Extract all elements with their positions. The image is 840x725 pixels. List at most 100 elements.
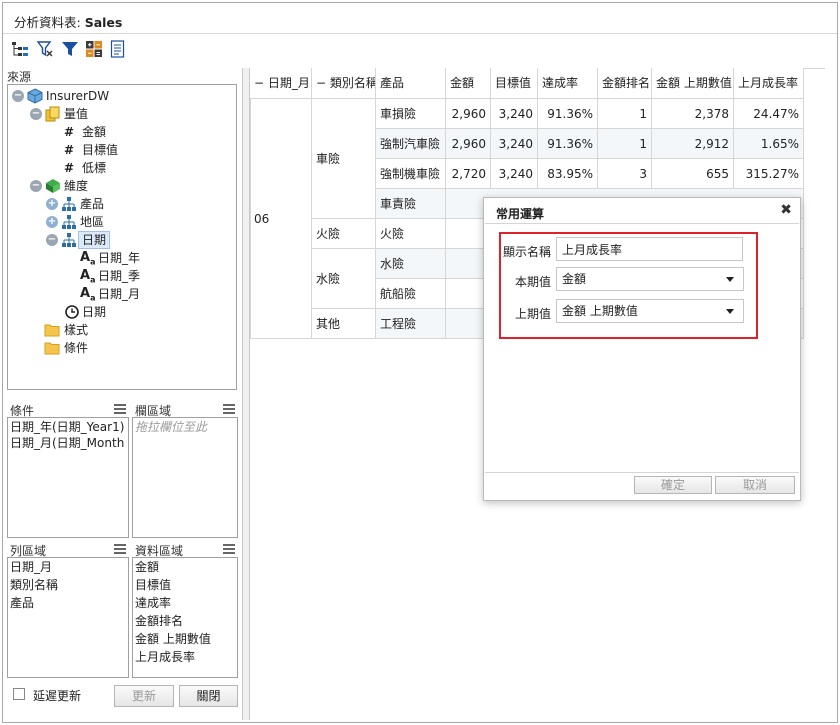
tree-label: 地區 — [80, 215, 105, 229]
cancel-button[interactable]: 取消 — [715, 476, 795, 494]
data-cell[interactable]: 83.95% — [538, 159, 598, 189]
data-cell[interactable]: 2,960 — [446, 99, 491, 129]
tree-node-product[interactable]: + 產品 — [46, 195, 226, 213]
data-cell[interactable]: 2,912 — [652, 129, 734, 159]
row-header-category[interactable]: 火險 — [312, 219, 376, 249]
display-name-label: 顯示名稱 — [502, 245, 551, 259]
data-zone[interactable]: 金額 目標值 達成率 金額排名 金額 上期數值 上月成長率 — [132, 557, 238, 678]
filter-clear-icon[interactable] — [36, 40, 54, 58]
zone-item[interactable]: 金額 上期數值 — [135, 630, 211, 648]
filter-zone[interactable]: 日期_年(日期_Year1) 日期_月(日期_Month — [7, 417, 129, 538]
current-value-select[interactable]: 金額 — [556, 267, 744, 291]
collapse-icon[interactable]: − — [30, 180, 42, 192]
zone-item[interactable]: 目標值 — [135, 576, 171, 594]
header-target[interactable]: 目標值 — [491, 68, 538, 99]
zone-item[interactable]: 類別名稱 — [10, 576, 58, 594]
report-icon[interactable] — [109, 40, 127, 58]
tree-node-measures[interactable]: − 量值 — [30, 105, 230, 123]
zone-item[interactable]: 金額 — [135, 558, 159, 576]
data-cell[interactable]: 315.27% — [734, 159, 804, 189]
data-cell[interactable]: 91.36% — [538, 99, 598, 129]
hierarchy-icon — [62, 233, 76, 247]
data-cell[interactable]: 2,720 — [446, 159, 491, 189]
tree-node-date[interactable]: − 日期 — [46, 231, 226, 249]
row-header-product[interactable]: 強制機車險 — [376, 159, 446, 189]
collapse-icon[interactable]: − — [12, 90, 24, 102]
header-rate[interactable]: 達成率 — [538, 68, 598, 99]
expand-icon[interactable]: + — [46, 198, 58, 210]
previous-value-select[interactable]: 金額 上期數值 — [556, 299, 744, 323]
title-bar: 分析資料表: Sales — [3, 3, 837, 34]
close-button[interactable]: 關閉 — [179, 685, 238, 707]
hash-icon: # — [64, 125, 75, 139]
toolbar — [3, 34, 837, 66]
zone-item[interactable]: 上月成長率 — [135, 648, 195, 666]
panel-splitter[interactable] — [242, 68, 250, 720]
row-header-product[interactable]: 車責險 — [376, 189, 446, 219]
expand-icon[interactable]: + — [46, 216, 58, 228]
row-header-product[interactable]: 車損險 — [376, 99, 446, 129]
tree-label: 目標值 — [82, 143, 119, 157]
row-header-product[interactable]: 水險 — [376, 249, 446, 279]
data-cell[interactable]: 3,240 — [491, 129, 538, 159]
tree-label: 產品 — [80, 197, 105, 211]
row-header-category[interactable]: 其他 — [312, 309, 376, 339]
update-button[interactable]: 更新 — [114, 685, 174, 707]
row-header-product[interactable]: 工程險 — [376, 309, 446, 339]
ok-button[interactable]: 確定 — [634, 476, 712, 494]
header-prev-amount[interactable]: 金額 上期數值 — [652, 68, 734, 99]
tree-node-region[interactable]: + 地區 — [46, 213, 226, 231]
data-cell[interactable]: 2,378 — [652, 99, 734, 129]
zone-item[interactable]: 產品 — [10, 594, 34, 612]
tree-label-root: InsurerDW — [46, 89, 110, 103]
row-header-product[interactable]: 航船險 — [376, 279, 446, 309]
header-growth[interactable]: 上月成長率 — [734, 68, 804, 99]
delay-update-checkbox[interactable] — [13, 688, 25, 700]
tree-node-dimensions[interactable]: − 維度 — [30, 177, 230, 195]
close-icon[interactable]: ✖ — [780, 202, 792, 218]
display-name-input[interactable] — [556, 237, 743, 261]
tree-label: 樣式 — [64, 323, 89, 337]
row-header-product[interactable]: 強制汽車險 — [376, 129, 446, 159]
collapse-icon[interactable]: − — [30, 108, 42, 120]
column-zone[interactable]: 拖拉欄位至此 — [132, 417, 238, 538]
row-header-month[interactable]: 06 — [250, 99, 312, 339]
row-header-product[interactable]: 火險 — [376, 219, 446, 249]
zone-item[interactable]: 金額排名 — [135, 612, 183, 630]
list-menu-icon[interactable] — [223, 544, 235, 554]
data-cell[interactable]: 24.47% — [734, 99, 804, 129]
data-cell[interactable]: 655 — [652, 159, 734, 189]
data-cell[interactable]: 3 — [598, 159, 652, 189]
data-cell[interactable]: 1 — [598, 129, 652, 159]
row-header-category[interactable]: 車險 — [312, 99, 376, 219]
header-date-month[interactable]: − 日期_月 — [250, 68, 312, 99]
previous-value-label: 上期值 — [514, 307, 551, 321]
list-menu-icon[interactable] — [114, 404, 126, 414]
header-rank[interactable]: 金額排名 — [598, 68, 652, 99]
data-cell[interactable]: 91.36% — [538, 129, 598, 159]
data-cell[interactable]: 1.65% — [734, 129, 804, 159]
list-menu-icon[interactable] — [223, 404, 235, 414]
header-product[interactable]: 產品 — [376, 68, 446, 99]
filter-icon[interactable] — [61, 40, 79, 58]
list-menu-icon[interactable] — [114, 544, 126, 554]
tree-node-root[interactable]: − InsurerDW — [12, 87, 232, 105]
row-header-category[interactable]: 水險 — [312, 249, 376, 309]
zone-item[interactable]: 日期_月 — [10, 558, 52, 576]
zone-item[interactable]: 日期_月(日期_Month — [10, 434, 124, 452]
collapse-icon[interactable]: − — [46, 234, 58, 246]
data-cell[interactable]: 3,240 — [491, 99, 538, 129]
header-amount[interactable]: 金額 — [446, 68, 491, 99]
row-zone[interactable]: 日期_月 類別名稱 產品 — [7, 557, 129, 678]
data-cell[interactable]: 3,240 — [491, 159, 538, 189]
data-cell[interactable]: 2,960 — [446, 129, 491, 159]
calculator-icon[interactable] — [85, 40, 103, 58]
zone-item[interactable]: 達成率 — [135, 594, 171, 612]
data-cell[interactable]: 1 — [598, 99, 652, 129]
header-category[interactable]: − 類別名稱 — [312, 68, 376, 99]
tree-label-selected: 日期 — [78, 231, 111, 249]
hash-icon: # — [64, 143, 75, 157]
tree-label: 日期_月 — [98, 287, 141, 301]
hierarchy-icon — [62, 215, 76, 229]
tree-layout-icon[interactable] — [11, 40, 29, 58]
